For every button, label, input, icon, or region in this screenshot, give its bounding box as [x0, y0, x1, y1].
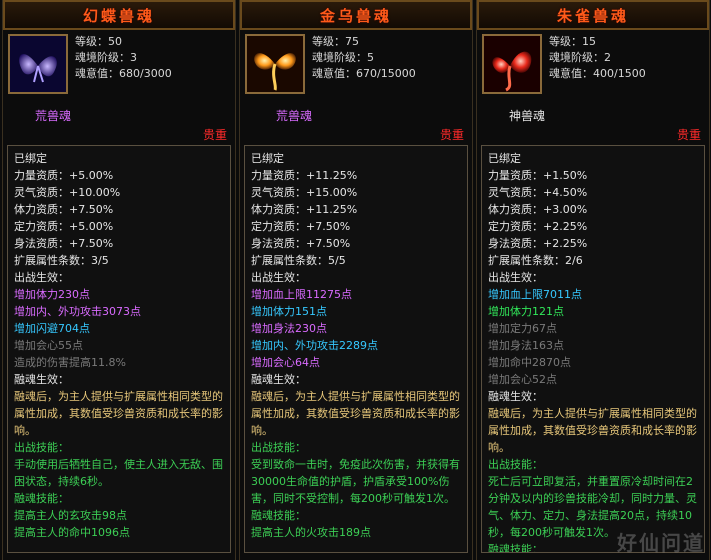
soul-stats: 等级：75 魂境阶级：5 魂意值：670/15000: [312, 34, 416, 82]
attribute-line: 身法资质：+7.50%: [251, 237, 351, 250]
panel-header: 等级：50 魂境阶级：3 魂意值：680/3000: [3, 30, 235, 105]
attribute-line: 出战生效：: [251, 271, 306, 284]
attribute-line: 受到致命一击时，免疫此次伤害，并获得有30000生命值的护盾，护盾承受100%伤…: [251, 458, 460, 505]
attribute-line: 增加体力230点: [14, 288, 90, 301]
attribute-line: 提高主人的玄攻击98点: [14, 509, 127, 522]
attribute-line: 定力资质：+2.25%: [488, 220, 588, 233]
attribute-line: 融魂后，为主人提供与扩展属性相同类型的属性加成，其数值受珍兽资质和成长率的影响。: [488, 407, 697, 454]
vermilion-bird-icon[interactable]: [482, 34, 542, 94]
attribute-line: 力量资质：+5.00%: [14, 169, 114, 182]
attribute-line: 力量资质：+1.50%: [488, 169, 588, 182]
type-row: 荒兽魂贵重: [3, 105, 235, 145]
attribute-line: 增加会心64点: [251, 356, 320, 369]
attribute-line: 融魂生效：: [14, 373, 69, 386]
attribute-line: 已绑定: [488, 152, 521, 165]
attribute-line: 扩展属性条数：3/5: [14, 254, 109, 267]
realm-text: 魂境阶级：5: [312, 51, 374, 64]
attribute-line: 融魂后，为主人提供与扩展属性相同类型的属性加成，其数值受珍兽资质和成长率的影响。: [14, 390, 223, 437]
attribute-line: 增加会心55点: [14, 339, 83, 352]
attribute-line: 体力资质：+7.50%: [14, 203, 114, 216]
soul-value-text: 魂意值：680/3000: [75, 67, 172, 80]
attribute-line: 融魂生效：: [488, 390, 543, 403]
attribute-line: 融魂技能：: [14, 492, 69, 505]
attribute-line: 出战生效：: [14, 271, 69, 284]
quality-label: 贵重: [676, 128, 701, 142]
attribute-line: 提高主人的命中1096点: [14, 526, 130, 539]
level-text: 等级：75: [312, 35, 359, 48]
attribute-line: 身法资质：+7.50%: [14, 237, 114, 250]
attribute-line: 造成的伤害提高11.8%: [14, 356, 126, 369]
watermark-text: 好仙问道: [617, 531, 705, 555]
attribute-line: 增加定力67点: [488, 322, 557, 335]
attribute-line: 定力资质：+5.00%: [14, 220, 114, 233]
attribute-line: 增加血上限11275点: [251, 288, 352, 301]
attribute-line: 增加身法163点: [488, 339, 564, 352]
realm-text: 魂境阶级：3: [75, 51, 137, 64]
panel-titlebar: 金乌兽魂: [240, 0, 472, 30]
attribute-line: 增加体力121点: [488, 305, 564, 318]
soul-type-label: 神兽魂: [509, 109, 546, 123]
soul-tooltip-panel: 朱雀兽魂等级：15 魂境阶级：2 魂意值：400/1500 神兽魂贵重已绑定力量资质：…: [476, 0, 710, 560]
soul-stats: 等级：15 魂境阶级：2 魂意值：400/1500: [549, 34, 646, 82]
attribute-line: 手动使用后牺牲自己，使主人进入无敌、围困状态，持续6秒。: [14, 458, 223, 488]
soul-type-label: 荒兽魂: [276, 109, 313, 123]
attribute-line: 提高主人的火攻击189点: [251, 526, 371, 539]
attribute-line: 增加身法230点: [251, 322, 327, 335]
panel-title: 朱雀兽魂: [556, 6, 629, 25]
attribute-line: 身法资质：+2.25%: [488, 237, 588, 250]
soul-value-text: 魂意值：670/15000: [312, 67, 416, 80]
soul-tooltip-panel: 金乌兽魂等级：75 魂境阶级：5 魂意值：670/15000 荒兽魂贵重已绑定力量资质…: [239, 0, 473, 560]
quality-label: 贵重: [202, 128, 227, 142]
attribute-line: 力量资质：+11.25%: [251, 169, 358, 182]
attribute-line: 定力资质：+7.50%: [251, 220, 351, 233]
attribute-line: 出战技能：: [488, 458, 543, 471]
attribute-list: 已绑定力量资质：+1.50% 灵气资质：+4.50% 体力资质：+3.00% 定力资质…: [481, 145, 705, 553]
attribute-line: 已绑定: [251, 152, 284, 165]
phoenix-icon[interactable]: [245, 34, 305, 94]
panel-title: 金乌兽魂: [319, 6, 392, 25]
attribute-line: 增加血上限7011点: [488, 288, 582, 301]
realm-text: 魂境阶级：2: [549, 51, 611, 64]
type-row: 神兽魂贵重: [477, 105, 709, 145]
panel-title: 幻蝶兽魂: [82, 6, 155, 25]
attribute-line: 增加内、外功攻击2289点: [251, 339, 378, 352]
panel-header: 等级：15 魂境阶级：2 魂意值：400/1500: [477, 30, 709, 105]
quality-label: 贵重: [439, 128, 464, 142]
panel-titlebar: 朱雀兽魂: [477, 0, 709, 30]
attribute-list: 已绑定力量资质：+11.25% 灵气资质：+15.00% 体力资质：+11.25% 定…: [244, 145, 468, 553]
panel-titlebar: 幻蝶兽魂: [3, 0, 235, 30]
soul-tooltip-panel: 幻蝶兽魂等级：50 魂境阶级：3 魂意值：680/3000 荒兽魂贵重已绑定力量资质：…: [2, 0, 236, 560]
attribute-line: 体力资质：+3.00%: [488, 203, 588, 216]
attribute-line: 融魂生效：: [251, 373, 306, 386]
attribute-line: 出战技能：: [251, 441, 306, 454]
attribute-line: 出战生效：: [488, 271, 543, 284]
soul-type-label: 荒兽魂: [35, 109, 72, 123]
soul-stats: 等级：50 魂境阶级：3 魂意值：680/3000: [75, 34, 172, 82]
attribute-line: 灵气资质：+4.50%: [488, 186, 588, 199]
attribute-line: 扩展属性条数：5/5: [251, 254, 346, 267]
attribute-line: 融魂后，为主人提供与扩展属性相同类型的属性加成，其数值受珍兽资质和成长率的影响。: [251, 390, 460, 437]
attribute-line: 出战技能：: [14, 441, 69, 454]
soul-value-text: 魂意值：400/1500: [549, 67, 646, 80]
attribute-line: 已绑定: [14, 152, 47, 165]
attribute-line: 扩展属性条数：2/6: [488, 254, 583, 267]
attribute-line: 增加命中2870点: [488, 356, 571, 369]
level-text: 等级：15: [549, 35, 596, 48]
attribute-line: 增加闪避704点: [14, 322, 90, 335]
panel-header: 等级：75 魂境阶级：5 魂意值：670/15000: [240, 30, 472, 105]
attribute-line: 体力资质：+11.25%: [251, 203, 358, 216]
attribute-line: 增加体力151点: [251, 305, 327, 318]
attribute-line: 增加内、外功攻击3073点: [14, 305, 141, 318]
attribute-line: 灵气资质：+15.00%: [251, 186, 358, 199]
butterfly-icon[interactable]: [8, 34, 68, 94]
attribute-line: 增加会心52点: [488, 373, 557, 386]
level-text: 等级：50: [75, 35, 122, 48]
attribute-list: 已绑定力量资质：+5.00% 灵气资质：+10.00% 体力资质：+7.50% 定力资…: [7, 145, 231, 553]
attribute-line: 融魂技能：: [251, 509, 306, 522]
type-row: 荒兽魂贵重: [240, 105, 472, 145]
attribute-line: 灵气资质：+10.00%: [14, 186, 121, 199]
